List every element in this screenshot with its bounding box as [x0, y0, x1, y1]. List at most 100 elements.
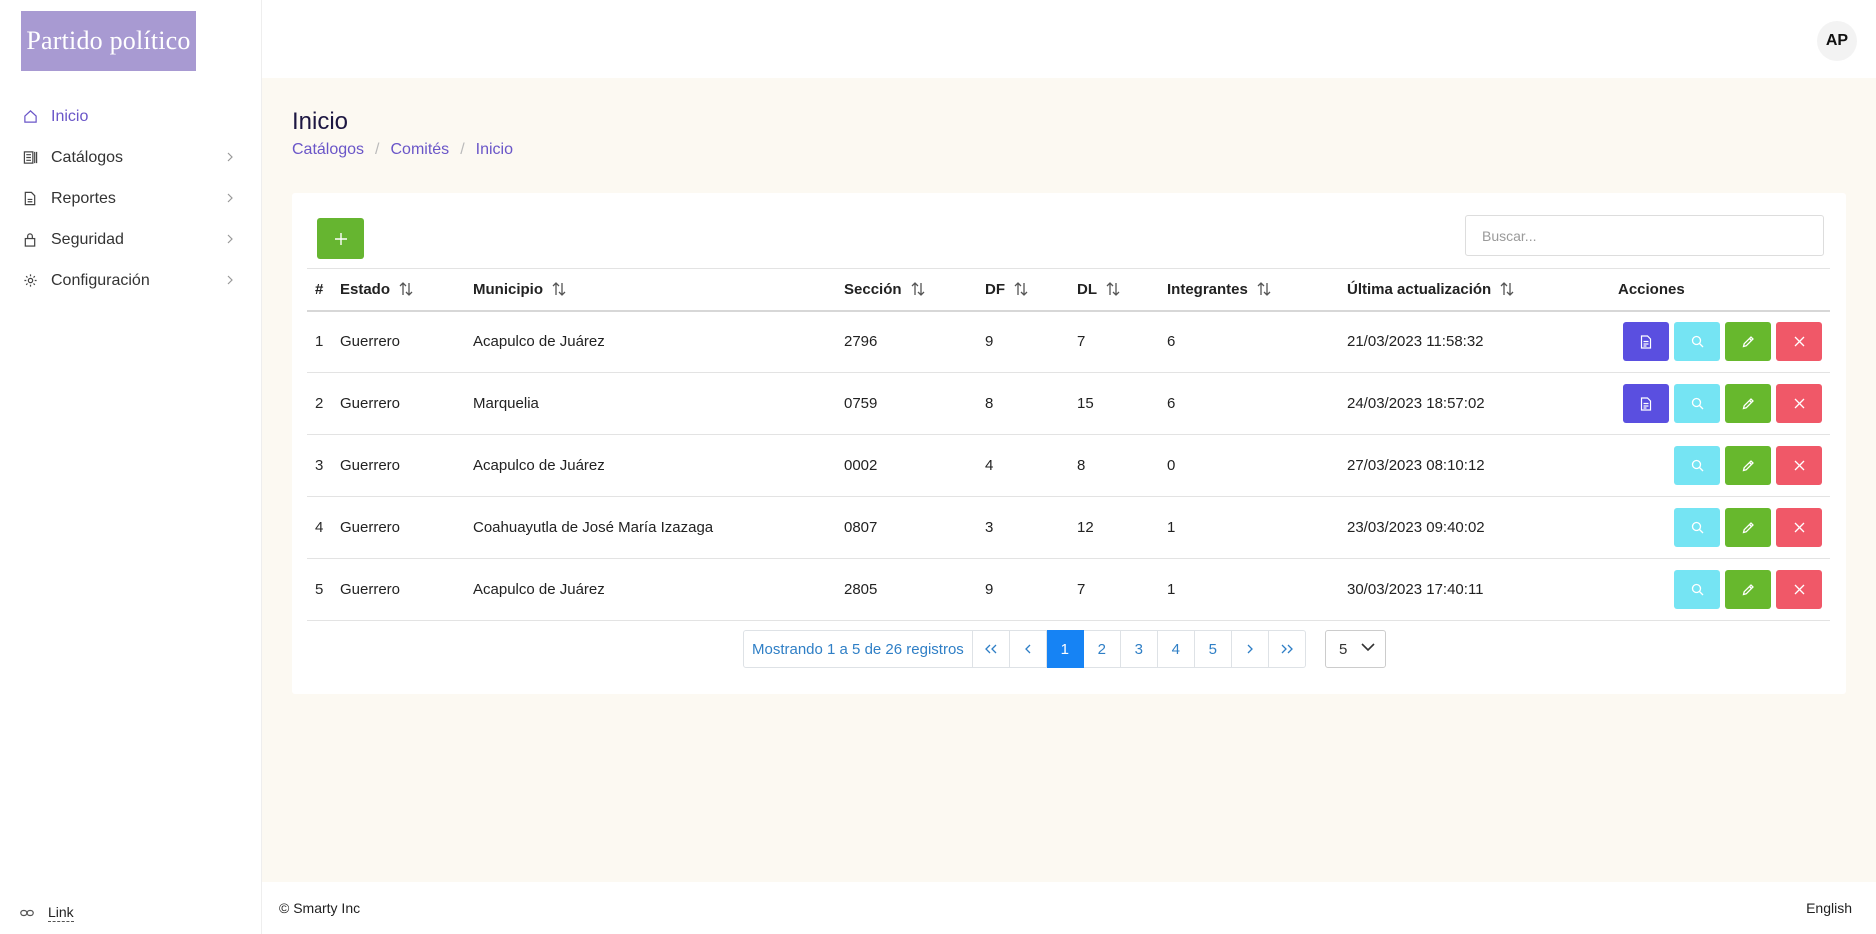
sidebar-item-label: Inicio: [51, 107, 89, 125]
link-label[interactable]: Link: [48, 904, 74, 922]
brand-logo[interactable]: Partido político: [21, 11, 196, 71]
page-button-2[interactable]: 2: [1083, 630, 1121, 668]
col-header-dl[interactable]: DL: [1069, 269, 1159, 311]
last-page-button[interactable]: [1268, 630, 1306, 668]
page-button-5[interactable]: 5: [1194, 630, 1232, 668]
table-row: 1 Guerrero Acapulco de Juárez 2796 9 7 6 21/03/…: [307, 311, 1830, 373]
cell-df: 3: [985, 519, 994, 536]
pencil-icon: [1742, 584, 1754, 596]
table-header-row: # Estado Municipio Sección DF DL Integra…: [307, 268, 1830, 311]
edit-button[interactable]: [1725, 570, 1771, 609]
close-icon: [1794, 522, 1804, 533]
search-icon: [1691, 397, 1703, 410]
language-selector[interactable]: English: [1806, 900, 1852, 916]
breadcrumb-separator: /: [375, 141, 380, 158]
cell-actualizacion: 21/03/2023 11:58:32: [1347, 333, 1484, 351]
sort-icon[interactable]: [1256, 281, 1272, 297]
chevron-right-icon: [227, 152, 233, 162]
page-button-4[interactable]: 4: [1157, 630, 1195, 668]
delete-button[interactable]: [1776, 384, 1822, 423]
per-page-value: 5: [1339, 640, 1348, 658]
edit-button[interactable]: [1725, 508, 1771, 547]
sidebar-item-configuracion[interactable]: Configuración: [0, 260, 262, 301]
cell-acciones: [1610, 497, 1830, 559]
cell-seccion: 0807: [844, 519, 878, 536]
cell-estado: Guerrero: [340, 519, 401, 536]
sidebar-bottom-link[interactable]: Link: [20, 904, 74, 922]
edit-button[interactable]: [1725, 446, 1771, 485]
pencil-icon: [1742, 460, 1754, 472]
sidebar-nav: Inicio Catálogos Reportes Seguridad Conf…: [0, 96, 262, 301]
edit-button[interactable]: [1725, 322, 1771, 362]
next-page-button[interactable]: [1231, 630, 1269, 668]
pencil-icon: [1742, 398, 1754, 410]
table-body: 1 Guerrero Acapulco de Juárez 2796 9 7 6 21/03/…: [307, 311, 1830, 621]
sort-icon[interactable]: [551, 281, 567, 297]
view-button[interactable]: [1674, 446, 1720, 485]
sidebar-item-reportes[interactable]: Reportes: [0, 178, 262, 219]
sidebar-item-catalogos[interactable]: Catálogos: [0, 137, 262, 178]
sidebar-item-label: Reportes: [51, 189, 116, 207]
breadcrumb-item-catalogos[interactable]: Catálogos: [292, 141, 364, 159]
double-chevron-right-icon: [1281, 644, 1293, 654]
col-header-municipio[interactable]: Municipio: [465, 269, 836, 311]
cell-actualizacion: 23/03/2023 09:40:02: [1347, 519, 1485, 536]
sidebar-item-label: Configuración: [51, 271, 150, 289]
page-button-3[interactable]: 3: [1120, 630, 1158, 668]
search-input[interactable]: [1465, 215, 1824, 256]
col-header-ultima-actualizacion[interactable]: Última actualización: [1339, 269, 1610, 311]
edit-button[interactable]: [1725, 384, 1771, 423]
cell-seccion: 0002: [844, 457, 878, 474]
col-header-acciones: Acciones: [1618, 280, 1685, 298]
user-avatar[interactable]: AP: [1817, 21, 1857, 61]
cell-seccion: 0759: [844, 395, 878, 412]
cell-estado: Guerrero: [340, 457, 401, 474]
sort-icon[interactable]: [1013, 281, 1029, 297]
close-icon: [1794, 398, 1804, 409]
document-button[interactable]: [1623, 322, 1669, 362]
cell-seccion: 2805: [844, 581, 878, 598]
cell-municipio: Acapulco de Juárez: [473, 581, 605, 598]
chevron-left-icon: [1024, 644, 1031, 654]
sidebar-item-inicio[interactable]: Inicio: [0, 96, 262, 137]
sidebar-item-seguridad[interactable]: Seguridad: [0, 219, 262, 260]
delete-button[interactable]: [1776, 570, 1822, 609]
col-header-seccion[interactable]: Sección: [836, 269, 977, 311]
cell-dl: 7: [1077, 581, 1086, 598]
per-page-select[interactable]: 5: [1325, 630, 1386, 668]
sidebar: Partido político Inicio Catálogos Report…: [0, 0, 262, 934]
prev-page-button[interactable]: [1009, 630, 1047, 668]
col-header-index: #: [315, 280, 324, 298]
document-icon: [1640, 396, 1652, 411]
chevron-down-icon: [1361, 643, 1375, 652]
search-icon: [1691, 583, 1703, 596]
sort-icon[interactable]: [910, 281, 926, 297]
breadcrumb-item-comites[interactable]: Comités: [391, 141, 450, 159]
lock-icon: [22, 232, 38, 248]
col-header-df[interactable]: DF: [977, 269, 1069, 311]
document-button[interactable]: [1623, 384, 1669, 423]
first-page-button[interactable]: [972, 630, 1010, 668]
add-button[interactable]: [317, 218, 364, 259]
table-row: 5 Guerrero Acapulco de Juárez 2805 9 7 1 30/03/…: [307, 559, 1830, 621]
delete-button[interactable]: [1776, 508, 1822, 547]
view-button[interactable]: [1674, 508, 1720, 547]
cell-dl: 12: [1077, 519, 1094, 536]
delete-button[interactable]: [1776, 446, 1822, 485]
view-button[interactable]: [1674, 384, 1720, 423]
col-header-integrantes[interactable]: Integrantes: [1159, 269, 1339, 311]
sort-icon[interactable]: [1499, 281, 1515, 297]
cell-actualizacion: 24/03/2023 18:57:02: [1347, 395, 1485, 412]
page-button-1[interactable]: 1: [1046, 630, 1084, 668]
col-header-estado[interactable]: Estado: [332, 269, 465, 311]
view-button[interactable]: [1674, 570, 1720, 609]
view-button[interactable]: [1674, 322, 1720, 362]
cell-idx: 1: [315, 333, 324, 351]
cell-estado: Guerrero: [340, 581, 401, 598]
sort-icon[interactable]: [1105, 281, 1121, 297]
row-actions: [1618, 508, 1830, 547]
sort-icon[interactable]: [398, 281, 414, 297]
delete-button[interactable]: [1776, 322, 1822, 362]
close-icon: [1794, 336, 1804, 347]
cell-municipio: Coahuayutla de José María Izazaga: [473, 519, 714, 536]
